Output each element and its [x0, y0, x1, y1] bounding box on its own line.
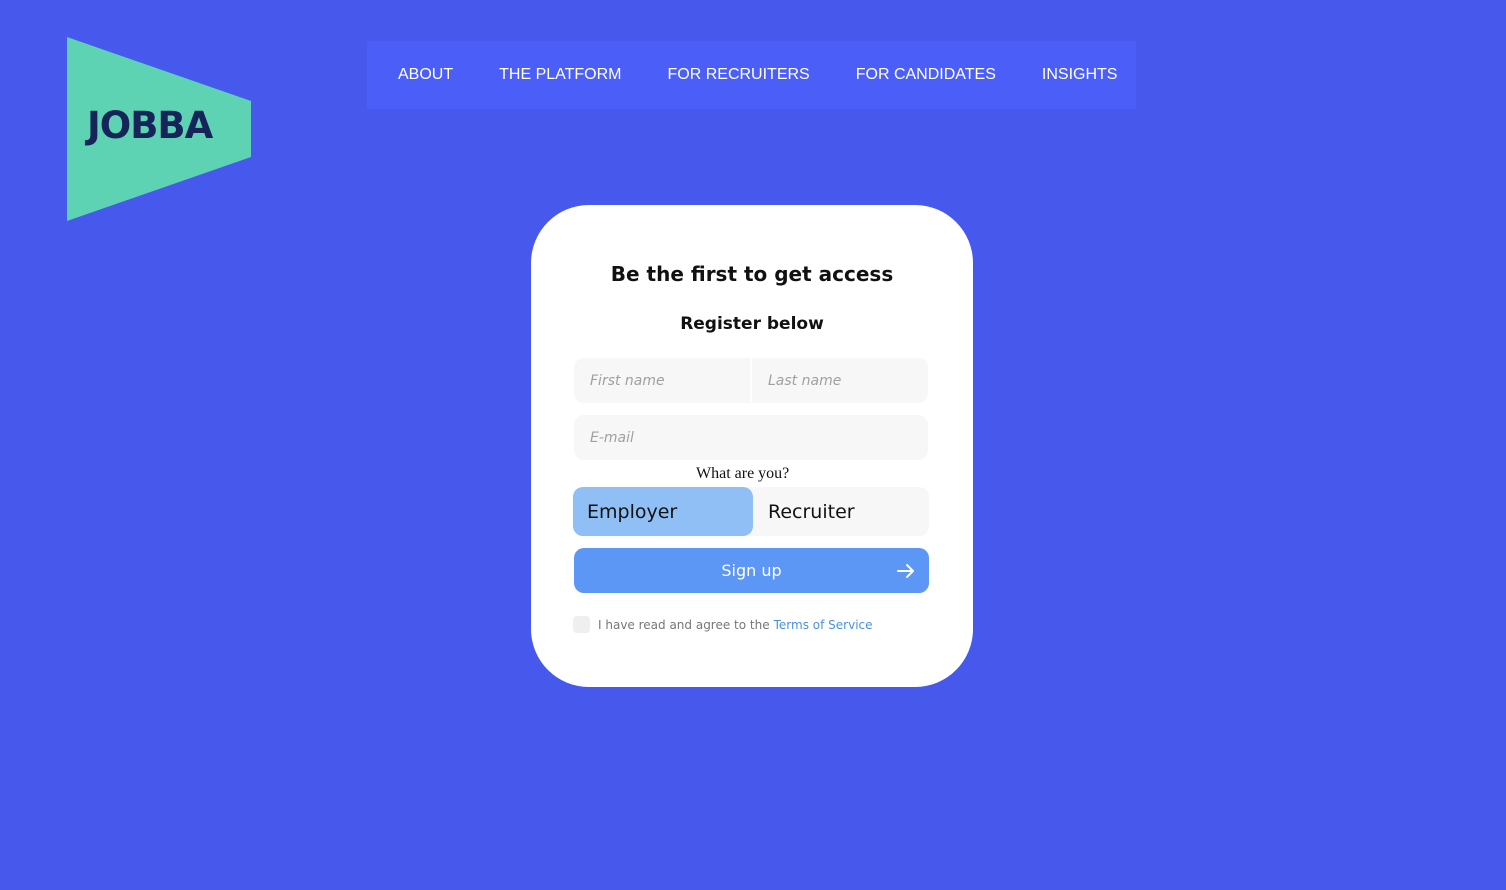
terms-of-service-link[interactable]: Terms of Service: [774, 618, 873, 632]
signup-button[interactable]: Sign up: [574, 548, 929, 593]
terms-checkbox[interactable]: [573, 616, 590, 633]
nav-item-about[interactable]: ABOUT: [398, 66, 453, 84]
role-option-recruiter[interactable]: Recruiter: [753, 487, 929, 536]
terms-agreement: I have read and agree to the Terms of Se…: [573, 616, 873, 633]
signup-button-label: Sign up: [721, 561, 782, 580]
role-question: What are you?: [696, 465, 790, 482]
card-title: Be the first to get access: [610, 262, 894, 286]
jobba-logo[interactable]: JOBBA: [67, 37, 251, 221]
role-option-label: Employer: [587, 500, 678, 523]
terms-text: I have read and agree to the: [598, 617, 770, 632]
nav-item-for-recruiters[interactable]: FOR RECRUITERS: [668, 66, 810, 84]
nav-item-insights[interactable]: INSIGHTS: [1042, 66, 1118, 84]
first-name-input[interactable]: [574, 358, 750, 403]
nav-item-for-candidates[interactable]: FOR CANDIDATES: [856, 66, 996, 84]
role-option-label: Recruiter: [768, 500, 855, 523]
last-name-input[interactable]: [752, 358, 928, 403]
logo-wordmark: JOBBA: [87, 104, 213, 147]
role-option-employer[interactable]: Employer: [573, 487, 753, 536]
arrow-right-icon: [897, 564, 914, 578]
signup-card: Be the first to get access Register belo…: [531, 205, 973, 687]
role-selector: Employer Recruiter: [573, 487, 929, 536]
card-subtitle: Register below: [680, 314, 824, 334]
nav-item-the-platform[interactable]: THE PLATFORM: [499, 66, 621, 84]
email-input[interactable]: [574, 415, 928, 460]
top-navigation: ABOUT THE PLATFORM FOR RECRUITERS FOR CA…: [367, 41, 1136, 109]
